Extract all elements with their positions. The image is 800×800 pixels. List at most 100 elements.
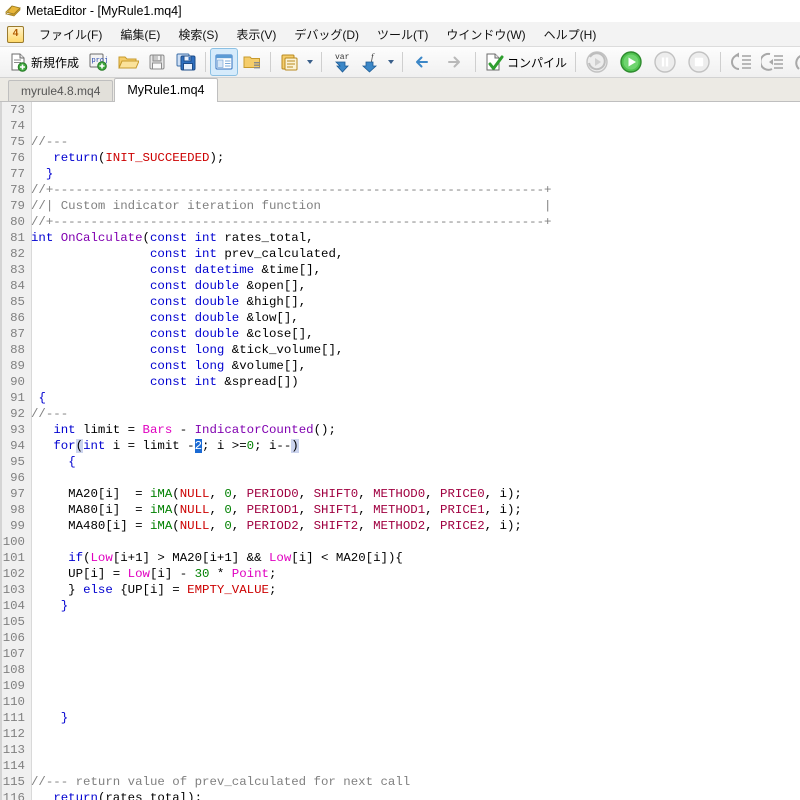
- code-line[interactable]: 77 }: [0, 166, 800, 182]
- menu-file[interactable]: ファイル(F): [30, 23, 111, 46]
- code-line-text[interactable]: MA80[i] = iMA(NULL, 0, PERIOD1, SHIFT1, …: [31, 503, 522, 517]
- code-line[interactable]: 84 const double &open[],: [0, 278, 800, 294]
- code-line[interactable]: 79 //| Custom indicator iteration functio…: [0, 198, 800, 214]
- code-line[interactable]: 76 return(INIT_SUCCEEDED);: [0, 150, 800, 166]
- code-line[interactable]: 115 //--- return value of prev_calculated…: [0, 774, 800, 790]
- code-line-text[interactable]: }: [31, 167, 53, 181]
- navigate-forward-button[interactable]: [439, 48, 471, 76]
- menu-view[interactable]: 表示(V): [227, 23, 285, 46]
- code-line-text[interactable]: const double &high[],: [31, 295, 306, 309]
- code-line-text[interactable]: int OnCalculate(const int rates_total,: [31, 231, 314, 245]
- code-line-text[interactable]: //| Custom indicator iteration function …: [31, 199, 552, 213]
- code-line[interactable]: 102 UP[i] = Low[i] - 30 * Point;: [0, 566, 800, 582]
- menu-window[interactable]: ウインドウ(W): [437, 23, 534, 46]
- code-line[interactable]: 93 int limit = Bars - IndicatorCounted()…: [0, 422, 800, 438]
- code-line[interactable]: 103 } else {UP[i] = EMPTY_VALUE;: [0, 582, 800, 598]
- code-line[interactable]: 78 //+-----------------------------------…: [0, 182, 800, 198]
- code-line-text[interactable]: const int prev_calculated,: [31, 247, 343, 261]
- code-line[interactable]: 99 MA480[i] = iMA(NULL, 0, PERIOD2, SHIF…: [0, 518, 800, 534]
- code-line-text[interactable]: const double &close[],: [31, 327, 314, 341]
- code-line[interactable]: 107: [0, 646, 800, 662]
- code-line-text[interactable]: const double &low[],: [31, 311, 299, 325]
- code-editor[interactable]: 73 74 75//--- 76 return(INIT_SUCCEEDED); 77 …: [0, 102, 800, 800]
- code-line[interactable]: 91 {: [0, 390, 800, 406]
- code-line-text[interactable]: return(rates_total);: [31, 791, 202, 800]
- code-line[interactable]: 88 const long &tick_volume[],: [0, 342, 800, 358]
- code-line-text[interactable]: }: [31, 711, 68, 725]
- code-line-text[interactable]: UP[i] = Low[i] - 30 * Point;: [31, 567, 276, 581]
- code-line[interactable]: 85 const double &high[],: [0, 294, 800, 310]
- menu-tools[interactable]: ツール(T): [368, 23, 437, 46]
- code-line-text[interactable]: const long &tick_volume[],: [31, 343, 343, 357]
- code-line-text[interactable]: const datetime &time[],: [31, 263, 321, 277]
- code-line-text[interactable]: const long &volume[],: [31, 359, 306, 373]
- menu-search[interactable]: 検索(S): [169, 23, 227, 46]
- code-line[interactable]: 104 }: [0, 598, 800, 614]
- code-line[interactable]: 92 //---: [0, 406, 800, 422]
- code-line-text[interactable]: MA20[i] = iMA(NULL, 0, PERIOD0, SHIFT0, …: [31, 487, 522, 501]
- menu-debug[interactable]: デバッグ(D): [285, 23, 368, 46]
- navigate-back-button[interactable]: [407, 48, 439, 76]
- code-line[interactable]: 105: [0, 614, 800, 630]
- code-line[interactable]: 83 const datetime &time[],: [0, 262, 800, 278]
- code-line[interactable]: 108: [0, 662, 800, 678]
- code-line-text[interactable]: {: [31, 391, 45, 405]
- code-line-text[interactable]: return(INIT_SUCCEEDED);: [31, 151, 224, 165]
- function-dropdown-caret-icon[interactable]: [388, 60, 395, 64]
- code-line[interactable]: 116 return(rates_total);: [0, 790, 800, 800]
- debug-run-button[interactable]: [614, 48, 648, 76]
- code-line[interactable]: 86 const double &low[],: [0, 310, 800, 326]
- code-line[interactable]: 94 for(int i = limit -2; i >=0; i--): [0, 438, 800, 454]
- code-line[interactable]: 112: [0, 726, 800, 742]
- code-line[interactable]: 111 }: [0, 710, 800, 726]
- code-line[interactable]: 75 //---: [0, 134, 800, 150]
- code-line-text[interactable]: const double &open[],: [31, 279, 306, 293]
- code-line-text[interactable]: }: [31, 599, 68, 613]
- save-all-button[interactable]: [171, 48, 201, 76]
- code-line[interactable]: 113: [0, 742, 800, 758]
- code-line[interactable]: 81 int OnCalculate(const int rates_total,: [0, 230, 800, 246]
- code-line-text[interactable]: //--- return value of prev_calculated fo…: [31, 775, 410, 789]
- code-line[interactable]: 96: [0, 470, 800, 486]
- new-file-button[interactable]: 新規作成: [4, 48, 83, 76]
- new-project-button[interactable]: proj: [83, 48, 113, 76]
- code-line-text[interactable]: MA480[i] = iMA(NULL, 0, PERIOD2, SHIFT2,…: [31, 519, 522, 533]
- insert-function-button[interactable]: f: [356, 48, 386, 76]
- code-line[interactable]: 97 MA20[i] = iMA(NULL, 0, PERIOD0, SHIFT…: [0, 486, 800, 502]
- insert-variable-button[interactable]: var: [326, 48, 356, 76]
- menu-edit[interactable]: 編集(E): [111, 23, 169, 46]
- code-line-text[interactable]: } else {UP[i] = EMPTY_VALUE;: [31, 583, 276, 597]
- code-line[interactable]: 73: [0, 102, 800, 118]
- code-line[interactable]: 87 const double &close[],: [0, 326, 800, 342]
- code-line-text[interactable]: //+-------------------------------------…: [31, 215, 552, 229]
- code-text-area[interactable]: 73 74 75//--- 76 return(INIT_SUCCEEDED); 77 …: [0, 102, 800, 800]
- save-button[interactable]: [143, 48, 171, 76]
- code-line[interactable]: 114: [0, 758, 800, 774]
- code-line-text[interactable]: const int &spread[]): [31, 375, 299, 389]
- code-line[interactable]: 110: [0, 694, 800, 710]
- clipboard-insert-button[interactable]: [275, 48, 305, 76]
- code-line[interactable]: 98 MA80[i] = iMA(NULL, 0, PERIOD1, SHIFT…: [0, 502, 800, 518]
- code-line[interactable]: 100: [0, 534, 800, 550]
- code-line[interactable]: 95 {: [0, 454, 800, 470]
- code-line-text[interactable]: //---: [31, 407, 68, 421]
- code-line[interactable]: 109: [0, 678, 800, 694]
- toolbox-toggle-button[interactable]: [238, 48, 266, 76]
- code-line-text[interactable]: int limit = Bars - IndicatorCounted();: [31, 423, 336, 437]
- navigator-toggle-button[interactable]: [210, 48, 239, 76]
- code-line-text[interactable]: //+-------------------------------------…: [31, 183, 552, 197]
- code-line-text[interactable]: for(int i = limit -2; i >=0; i--): [31, 439, 299, 453]
- code-line[interactable]: 80 //+-----------------------------------…: [0, 214, 800, 230]
- open-file-button[interactable]: [113, 48, 143, 76]
- code-line[interactable]: 82 const int prev_calculated,: [0, 246, 800, 262]
- menu-help[interactable]: ヘルプ(H): [535, 23, 606, 46]
- code-line-text[interactable]: {: [31, 455, 75, 469]
- clipboard-dropdown-caret-icon[interactable]: [307, 60, 314, 64]
- code-line[interactable]: 101 if(Low[i+1] > MA20[i+1] && Low[i] < …: [0, 550, 800, 566]
- code-line[interactable]: 90 const int &spread[]): [0, 374, 800, 390]
- tab-myrule1[interactable]: MyRule1.mq4: [114, 78, 218, 102]
- code-line-text[interactable]: //---: [31, 135, 68, 149]
- code-line[interactable]: 89 const long &volume[],: [0, 358, 800, 374]
- tab-myrule48[interactable]: myrule4.8.mq4: [8, 80, 114, 101]
- code-line[interactable]: 74: [0, 118, 800, 134]
